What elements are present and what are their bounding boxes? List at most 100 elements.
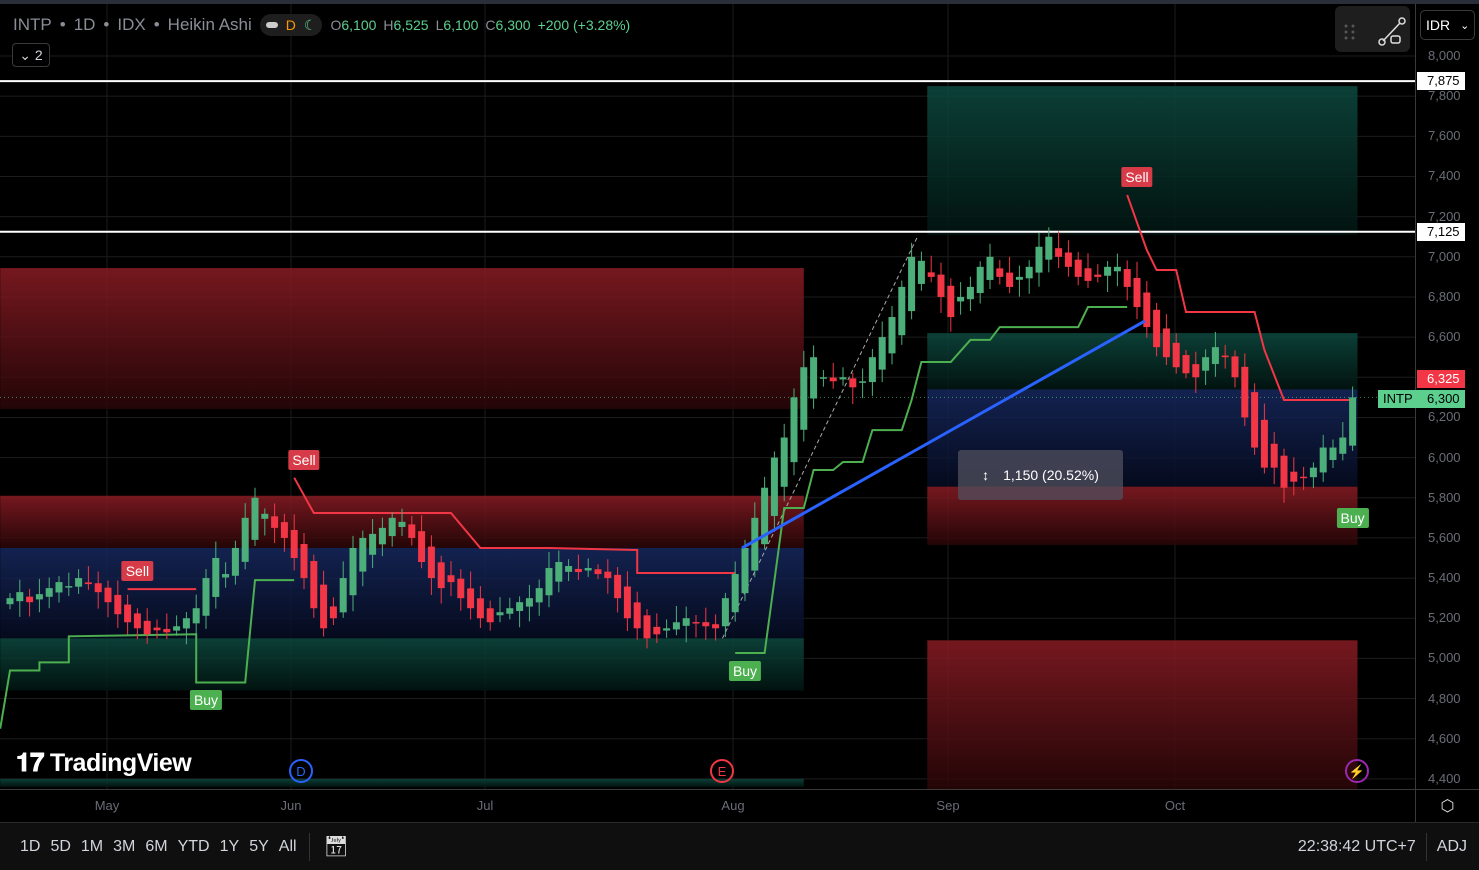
teal-zone xyxy=(927,333,1358,390)
candle-body xyxy=(290,530,298,558)
moon-icon: ☾ xyxy=(303,16,317,33)
candle-body xyxy=(633,602,641,629)
candle-body xyxy=(476,598,484,619)
candle-body xyxy=(1211,347,1219,364)
candle-body xyxy=(467,588,475,609)
candle-body xyxy=(94,583,102,593)
candle-body xyxy=(927,272,935,277)
candle-body xyxy=(447,575,455,583)
buy-signal-label: Buy xyxy=(189,690,223,711)
candle-body xyxy=(1094,274,1102,277)
candle-body xyxy=(496,612,504,616)
range-1m[interactable]: 1M xyxy=(81,838,103,856)
candle-body xyxy=(1133,277,1141,307)
candle-body xyxy=(1290,471,1298,482)
candle-body xyxy=(222,574,230,578)
price-tick: 7,200 xyxy=(1428,208,1461,224)
candle-body xyxy=(516,602,524,611)
candle-body xyxy=(574,568,582,573)
candle-body xyxy=(261,513,269,519)
price-tick: 4,400 xyxy=(1428,770,1461,786)
candle-body xyxy=(427,546,435,579)
candle-body xyxy=(535,588,543,603)
range-5d[interactable]: 5D xyxy=(50,838,70,856)
buy-signal-label: Buy xyxy=(728,660,762,681)
session-pill[interactable]: D ☾ xyxy=(259,14,323,36)
candle-body xyxy=(300,544,308,579)
candle-body xyxy=(555,562,563,582)
candle-body xyxy=(721,598,729,627)
time-tick: Jun xyxy=(280,798,302,813)
candle-body xyxy=(1251,392,1259,448)
drag-handle-icon[interactable] xyxy=(1335,6,1410,52)
indicators-collapse-button[interactable]: ⌄ 2 xyxy=(12,43,50,67)
tradingview-logo: 𝟏𝟕 TradingView xyxy=(16,747,192,779)
candle-body xyxy=(192,608,200,624)
candle-body xyxy=(506,608,514,614)
price-tick: 7,600 xyxy=(1428,128,1461,144)
range-6m[interactable]: 6M xyxy=(145,838,167,856)
candle-body xyxy=(1339,437,1347,454)
candle-body xyxy=(320,584,328,629)
candle-body xyxy=(182,618,190,629)
range-ytd[interactable]: YTD xyxy=(178,838,210,856)
chart-type[interactable]: Heikin Ashi xyxy=(168,15,252,35)
candle-body xyxy=(623,586,631,619)
candle-body xyxy=(545,568,553,596)
candle-body xyxy=(16,592,24,602)
candle-body xyxy=(849,378,857,388)
candle-body xyxy=(859,381,867,383)
sell-signal-label: Sell xyxy=(121,561,154,582)
candle-body xyxy=(917,260,925,284)
candle-body xyxy=(937,274,945,297)
candle-body xyxy=(780,437,788,487)
last-price-tag: 6,300 xyxy=(1417,390,1465,409)
candle-body xyxy=(1113,266,1121,272)
candle-body xyxy=(692,622,700,624)
candle-body xyxy=(839,377,847,380)
price-tick: 5,400 xyxy=(1428,570,1461,586)
candle-body xyxy=(418,531,426,563)
price-tick: 4,600 xyxy=(1428,730,1461,746)
candle-body xyxy=(810,357,818,399)
candle-body xyxy=(565,566,573,572)
candle-body xyxy=(1153,309,1161,348)
candle-body xyxy=(163,628,171,633)
earnings-icon-text: E xyxy=(718,764,727,779)
range-3m[interactable]: 3M xyxy=(113,838,135,856)
range-1y[interactable]: 1Y xyxy=(220,838,240,856)
sep: • xyxy=(59,15,66,34)
candle-body xyxy=(486,608,494,623)
price-chart[interactable]: D E ⚡ xyxy=(0,4,1415,789)
price-tick: 7,400 xyxy=(1428,168,1461,184)
price-axis[interactable]: 8,000 7,800 7,600 7,400 7,200 7,000 6,800 6,600… xyxy=(1415,4,1479,789)
ohlc-values: O6,100 H6,525 L6,100 C6,300 +200 (+3.28%… xyxy=(330,17,630,33)
sell-signal-label: Sell xyxy=(1121,166,1153,187)
divider xyxy=(1425,832,1427,861)
red-zone xyxy=(927,640,1358,789)
candle-body xyxy=(349,547,357,596)
candle-body xyxy=(1300,476,1308,479)
change-value: +200 (+3.28%) xyxy=(537,17,631,33)
axis-settings-icon[interactable]: ⬡ xyxy=(1415,790,1479,823)
tv-logo-icon: 𝟏𝟕 xyxy=(16,747,44,777)
chevron-down-icon: ⌄ xyxy=(19,46,32,63)
range-1d[interactable]: 1D xyxy=(20,838,40,856)
price-tick: 7,000 xyxy=(1428,248,1461,264)
candle-body xyxy=(1319,447,1327,473)
candle-body xyxy=(1172,342,1180,368)
candle-body xyxy=(829,377,837,382)
adjust-button[interactable]: ADJ xyxy=(1437,838,1467,856)
candle-body xyxy=(1309,467,1317,478)
divider xyxy=(308,832,310,861)
range-5y[interactable]: 5Y xyxy=(249,838,269,856)
price-tick: 6,000 xyxy=(1428,449,1461,465)
time-axis[interactable]: May Jun Jul Aug Sep Oct ⬡ xyxy=(0,789,1479,823)
interval[interactable]: 1D xyxy=(74,15,96,35)
go-to-date-calendar-icon[interactable]: 📅︎ xyxy=(324,834,349,859)
candle-body xyxy=(1064,252,1072,267)
range-all[interactable]: All xyxy=(279,838,297,856)
clock[interactable]: 22:38:42 UTC+7 xyxy=(1298,838,1416,856)
symbol-name[interactable]: INTP xyxy=(13,15,52,35)
hline-price-tag: 7,125 xyxy=(1417,222,1465,241)
